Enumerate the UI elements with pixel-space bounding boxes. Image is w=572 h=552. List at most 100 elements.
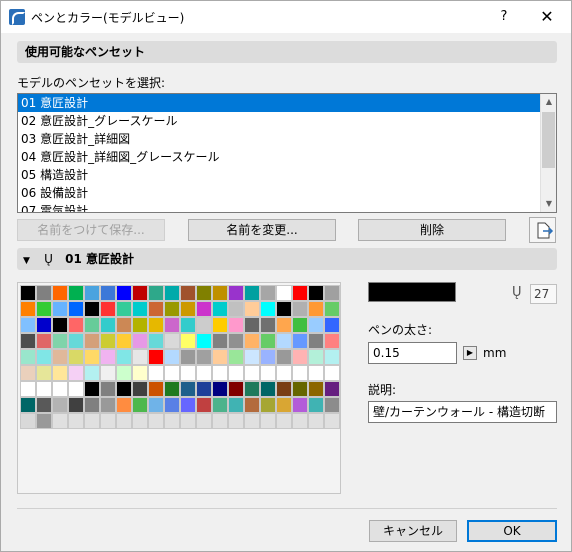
color-swatch[interactable] (244, 365, 260, 381)
color-swatch[interactable] (276, 333, 292, 349)
color-swatch[interactable] (260, 301, 276, 317)
save-as-button[interactable]: 名前をつけて保存... (17, 219, 165, 241)
color-swatch[interactable] (276, 397, 292, 413)
color-swatch[interactable] (180, 333, 196, 349)
color-swatch[interactable] (308, 381, 324, 397)
penset-list-item[interactable]: 05 構造設計 (18, 166, 556, 184)
color-swatch[interactable] (116, 397, 132, 413)
color-swatch[interactable] (52, 413, 68, 429)
color-swatch[interactable] (164, 365, 180, 381)
color-swatch[interactable] (308, 365, 324, 381)
color-swatch[interactable] (244, 397, 260, 413)
color-swatch[interactable] (244, 317, 260, 333)
color-swatch[interactable] (20, 349, 36, 365)
color-swatch[interactable] (276, 317, 292, 333)
color-swatch[interactable] (180, 301, 196, 317)
color-swatch[interactable] (228, 365, 244, 381)
color-swatch[interactable] (244, 301, 260, 317)
thickness-input[interactable]: 0.15 (368, 342, 457, 364)
color-swatch[interactable] (132, 397, 148, 413)
color-swatch[interactable] (260, 365, 276, 381)
color-swatch[interactable] (324, 333, 340, 349)
color-swatch[interactable] (228, 413, 244, 429)
color-swatch[interactable] (36, 365, 52, 381)
color-swatch[interactable] (212, 381, 228, 397)
close-icon[interactable]: ✕ (535, 7, 559, 27)
color-swatch[interactable] (68, 381, 84, 397)
color-swatch[interactable] (276, 301, 292, 317)
color-swatch[interactable] (116, 301, 132, 317)
color-swatch[interactable] (180, 397, 196, 413)
color-swatch[interactable] (52, 349, 68, 365)
color-swatch[interactable] (228, 301, 244, 317)
color-swatch[interactable] (132, 317, 148, 333)
color-swatch[interactable] (228, 317, 244, 333)
cancel-button[interactable]: キャンセル (369, 520, 457, 542)
color-swatch[interactable] (132, 413, 148, 429)
help-icon[interactable]: ? (494, 7, 514, 27)
color-swatch[interactable] (180, 349, 196, 365)
color-swatch[interactable] (260, 285, 276, 301)
color-swatch[interactable] (84, 381, 100, 397)
color-swatch[interactable] (84, 397, 100, 413)
color-swatch[interactable] (148, 381, 164, 397)
color-swatch[interactable] (148, 285, 164, 301)
color-swatch[interactable] (132, 285, 148, 301)
color-swatch[interactable] (36, 413, 52, 429)
color-swatch[interactable] (228, 333, 244, 349)
scroll-down-icon[interactable]: ▼ (541, 196, 556, 212)
penset-list-item[interactable]: 03 意匠設計_詳細図 (18, 130, 556, 148)
color-swatch[interactable] (324, 349, 340, 365)
color-swatch[interactable] (164, 333, 180, 349)
color-swatch[interactable] (20, 285, 36, 301)
color-swatch[interactable] (36, 333, 52, 349)
color-swatch[interactable] (292, 333, 308, 349)
color-swatch[interactable] (276, 349, 292, 365)
description-input[interactable]: 壁/カーテンウォール - 構造切断 (368, 401, 557, 423)
color-swatch[interactable] (260, 397, 276, 413)
color-swatch[interactable] (212, 285, 228, 301)
color-swatch[interactable] (148, 301, 164, 317)
color-swatch[interactable] (228, 349, 244, 365)
color-swatch[interactable] (292, 317, 308, 333)
penset-list-item[interactable]: 07 電気設計 (18, 202, 556, 212)
color-swatch[interactable] (116, 285, 132, 301)
color-swatch[interactable] (260, 317, 276, 333)
color-swatch[interactable] (324, 285, 340, 301)
color-swatch[interactable] (324, 381, 340, 397)
color-swatch[interactable] (164, 397, 180, 413)
color-swatch[interactable] (244, 333, 260, 349)
color-swatch[interactable] (324, 317, 340, 333)
color-swatch[interactable] (52, 333, 68, 349)
color-swatch[interactable] (244, 285, 260, 301)
color-swatch[interactable] (100, 381, 116, 397)
color-swatch[interactable] (196, 349, 212, 365)
scroll-thumb[interactable] (542, 112, 555, 168)
color-swatch[interactable] (324, 301, 340, 317)
color-swatch[interactable] (228, 381, 244, 397)
color-swatch[interactable] (196, 413, 212, 429)
color-swatch[interactable] (148, 397, 164, 413)
color-swatch[interactable] (84, 349, 100, 365)
color-swatch[interactable] (68, 301, 84, 317)
color-swatch[interactable] (292, 381, 308, 397)
color-swatch[interactable] (68, 413, 84, 429)
color-swatch[interactable] (212, 317, 228, 333)
color-swatch[interactable] (100, 365, 116, 381)
color-swatch[interactable] (292, 365, 308, 381)
color-swatch[interactable] (116, 333, 132, 349)
color-swatch[interactable] (164, 381, 180, 397)
color-swatch[interactable] (52, 301, 68, 317)
collapse-toggle-icon[interactable]: ▼ (23, 256, 30, 266)
color-swatch[interactable] (244, 381, 260, 397)
color-swatch[interactable] (164, 285, 180, 301)
color-swatch[interactable] (68, 365, 84, 381)
color-swatch[interactable] (228, 285, 244, 301)
color-swatch[interactable] (180, 317, 196, 333)
color-swatch[interactable] (68, 285, 84, 301)
color-swatch[interactable] (308, 333, 324, 349)
color-swatch[interactable] (308, 397, 324, 413)
color-swatch[interactable] (180, 381, 196, 397)
color-swatch[interactable] (212, 333, 228, 349)
color-swatch[interactable] (180, 365, 196, 381)
